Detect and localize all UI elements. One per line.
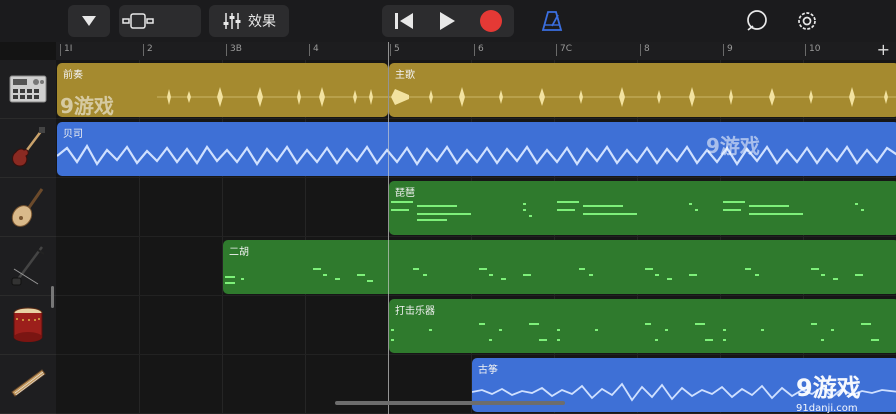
watermark: 9游戏 (706, 134, 760, 158)
ruler-tick: 3B (226, 44, 242, 56)
gear-icon (798, 12, 816, 30)
ruler-tick: 7C (556, 44, 572, 56)
ruler-tick: 5 (390, 44, 400, 56)
loop-browser-button[interactable] (742, 5, 772, 37)
view-toggle-button[interactable] (119, 5, 201, 37)
region-bass[interactable]: 贝司 (57, 122, 896, 176)
drum-icon (13, 307, 43, 342)
guzheng-icon (11, 369, 46, 397)
ruler-tick: 9 (723, 44, 733, 56)
loop-icon (747, 10, 767, 31)
ruler-tick: 10 (805, 44, 820, 56)
track-header[interactable] (0, 119, 56, 178)
track-header[interactable] (0, 237, 56, 296)
metronome-icon (541, 11, 563, 31)
region-percussion[interactable]: 打击乐器 (389, 299, 896, 353)
metronome-button[interactable] (538, 5, 566, 37)
record-button[interactable] (479, 9, 503, 33)
mixer-sliders-icon (223, 13, 241, 29)
erhu-icon (11, 246, 45, 286)
go-to-start-icon (395, 13, 413, 29)
track-header[interactable] (0, 355, 56, 414)
ruler-tick: 1I (60, 44, 72, 56)
ruler-tick: 2 (143, 44, 153, 56)
midi-notes (391, 323, 879, 341)
play-icon (440, 12, 455, 30)
ruler-tick: 6 (474, 44, 484, 56)
settings-button[interactable] (792, 5, 822, 37)
record-icon (480, 10, 502, 32)
track-headers (0, 60, 56, 414)
resize-handle[interactable] (51, 286, 54, 308)
bass-guitar-icon (12, 127, 45, 167)
add-section-button[interactable]: + (877, 40, 890, 59)
watermark-site: 91danji.com (796, 403, 858, 414)
drum-machine-icon (9, 75, 47, 103)
region-erhu[interactable]: 二胡 (223, 240, 896, 294)
pipa-icon (11, 188, 44, 227)
fx-label: 效果 (248, 14, 276, 30)
midi-notes (391, 201, 864, 221)
play-button[interactable] (437, 11, 457, 31)
midi-notes (225, 268, 863, 284)
tracks-area[interactable]: 前奏 主歌 贝司 琵琶 二胡 打击乐器 古筝 (56, 60, 896, 414)
triangle-down-icon (82, 16, 96, 26)
fx-button[interactable]: 效果 (209, 5, 289, 37)
timeline-ruler[interactable]: 1I 2 3B 4 5 6 7C 8 9 10 + (56, 40, 896, 61)
audio-waveform (57, 143, 896, 167)
audio-waveform (389, 87, 896, 107)
tracks-view-icon (122, 13, 154, 29)
tracks-menu-button[interactable] (68, 5, 110, 37)
track-header[interactable] (0, 178, 56, 237)
watermark-logo: 9游戏 91danji.com (796, 374, 861, 414)
track-header[interactable] (0, 296, 56, 355)
track-header[interactable] (0, 60, 56, 119)
playhead[interactable] (388, 42, 389, 414)
region-verse[interactable]: 主歌 (389, 63, 896, 117)
region-pipa[interactable]: 琵琶 (389, 181, 896, 235)
ruler-tick: 8 (640, 44, 650, 56)
rewind-button[interactable] (393, 11, 415, 31)
ruler-tick: 4 (309, 44, 319, 56)
toolbar: 效果 (0, 0, 896, 42)
watermark: 9游戏 (60, 94, 114, 118)
transport-group (382, 5, 514, 37)
horizontal-scrollbar[interactable] (335, 401, 565, 405)
